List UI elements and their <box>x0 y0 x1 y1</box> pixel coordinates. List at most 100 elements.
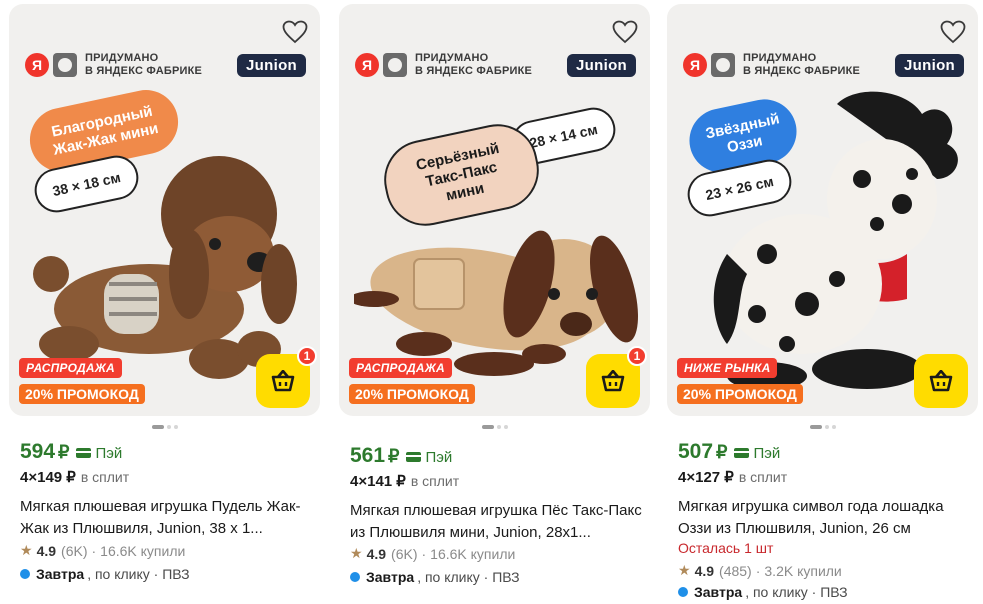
product-title[interactable]: Мягкая плюшевая игрушка Пудель Жак-Жак и… <box>20 496 320 540</box>
price: 507 <box>678 440 714 463</box>
pay-label: Пэй <box>95 445 123 462</box>
sale-badge: РАСПРОДАЖА <box>349 358 452 378</box>
product-title[interactable]: Мягкая плюшевая игрушка Пёс Такс-Пакс из… <box>350 500 650 544</box>
add-to-cart-button[interactable] <box>914 354 968 408</box>
junion-logo: Junion <box>237 53 306 77</box>
promo-badge: 20% ПРОМОКОД <box>349 384 475 404</box>
product-card[interactable]: Я ПРИДУМАНО В ЯНДЕКС ФАБРИКЕ Junion Звёз… <box>667 4 978 600</box>
brand-row: Я ПРИДУМАНО В ЯНДЕКС ФАБРИКЕ Junion <box>355 49 636 81</box>
separator: · <box>421 545 427 562</box>
sale-badge: РАСПРОДАЖА <box>19 358 122 378</box>
yandex-logo: Я <box>25 53 49 77</box>
rating-row[interactable]: ★ 4.9 (6K) · 16.6K купили <box>350 545 515 562</box>
product-image[interactable]: Я ПРИДУМАНО В ЯНДЕКС ФАБРИКЕ Junion 28 ×… <box>339 4 650 416</box>
junion-logo: Junion <box>567 53 636 77</box>
delivery-details: , по клику · ПВЗ <box>417 569 520 585</box>
card-icon <box>75 448 91 458</box>
split-row: 4×141 ₽ в сплит <box>350 472 459 490</box>
yandex-logo: Я <box>683 53 707 77</box>
rating-count: (6K) <box>61 542 88 559</box>
currency: ₽ <box>716 442 728 462</box>
delivery-row: Завтра , по клику · ПВЗ <box>678 584 848 600</box>
product-card[interactable]: Я ПРИДУМАНО В ЯНДЕКС ФАБРИКЕ Junion Благ… <box>9 4 320 600</box>
image-pagination[interactable] <box>151 425 178 429</box>
heart-icon[interactable] <box>612 20 638 44</box>
delivery-row: Завтра , по клику · ПВЗ <box>20 566 190 582</box>
separator: · <box>91 542 97 559</box>
factory-logo <box>711 53 735 77</box>
image-pagination[interactable] <box>809 425 836 429</box>
brand-caption: ПРИДУМАНО В ЯНДЕКС ФАБРИКЕ <box>743 52 861 77</box>
price: 561 <box>350 444 386 467</box>
price-row: 594 ₽ Пэй <box>20 440 122 464</box>
price-row: 507 ₽ Пэй <box>678 440 780 464</box>
price: 594 <box>20 440 56 463</box>
split-label: в сплит <box>80 469 130 485</box>
delivery-details: , по клику · ПВЗ <box>87 566 190 582</box>
factory-logo <box>53 53 77 77</box>
pagination-dot[interactable] <box>173 425 178 429</box>
split-label: в сплит <box>410 473 460 489</box>
product-image[interactable]: Я ПРИДУМАНО В ЯНДЕКС ФАБРИКЕ Junion Благ… <box>9 4 320 416</box>
delivery-details: , по клику · ПВЗ <box>745 584 848 600</box>
rating-value: 4.9 <box>366 545 387 562</box>
card-icon <box>733 448 749 458</box>
promo-badge: 20% ПРОМОКОД <box>677 384 803 404</box>
rating-count: (485) <box>719 562 752 579</box>
star-icon: ★ <box>20 542 33 558</box>
product-card[interactable]: Я ПРИДУМАНО В ЯНДЕКС ФАБРИКЕ Junion 28 ×… <box>339 4 650 600</box>
factory-logo <box>383 53 407 77</box>
split-amount: 4×141 ₽ <box>350 473 406 490</box>
brand-row: Я ПРИДУМАНО В ЯНДЕКС ФАБРИКЕ Junion <box>25 49 306 81</box>
junion-logo: Junion <box>895 53 964 77</box>
separator: · <box>755 562 761 579</box>
heart-icon[interactable] <box>940 20 966 44</box>
pagination-dot[interactable] <box>809 425 822 429</box>
delivery-when: Завтра <box>366 569 415 585</box>
rating-value: 4.9 <box>694 562 715 579</box>
brand-caption: ПРИДУМАНО В ЯНДЕКС ФАБРИКЕ <box>415 52 533 77</box>
delivery-dot-icon <box>20 569 30 579</box>
stock-warning: Осталась 1 шт <box>678 540 774 556</box>
product-image[interactable]: Я ПРИДУМАНО В ЯНДЕКС ФАБРИКЕ Junion Звёз… <box>667 4 978 416</box>
delivery-when: Завтра <box>694 584 743 600</box>
currency: ₽ <box>58 442 70 462</box>
promo-badge: 20% ПРОМОКОД <box>19 384 145 404</box>
star-icon: ★ <box>678 562 691 578</box>
rating-count: (6K) <box>391 545 418 562</box>
heart-icon[interactable] <box>282 20 308 44</box>
pagination-dot[interactable] <box>831 425 836 429</box>
split-row: 4×149 ₽ в сплит <box>20 468 129 486</box>
rating-row[interactable]: ★ 4.9 (6K) · 16.6K купили <box>20 542 185 559</box>
pagination-dot[interactable] <box>481 425 494 429</box>
split-amount: 4×149 ₽ <box>20 469 76 486</box>
delivery-row: Завтра , по клику · ПВЗ <box>350 569 520 585</box>
cart-icon <box>271 370 295 392</box>
currency: ₽ <box>388 446 400 466</box>
bought-count: 3.2K купили <box>764 562 842 579</box>
pay-label: Пэй <box>753 445 781 462</box>
pagination-dot[interactable] <box>496 425 501 429</box>
split-row: 4×127 ₽ в сплит <box>678 468 787 486</box>
bought-count: 16.6K купили <box>100 542 186 559</box>
split-amount: 4×127 ₽ <box>678 469 734 486</box>
delivery-dot-icon <box>678 587 688 597</box>
product-title[interactable]: Мягкая игрушка символ года лошадка Оззи … <box>678 496 978 540</box>
image-pagination[interactable] <box>481 425 508 429</box>
rating-value: 4.9 <box>36 542 57 559</box>
pagination-dot[interactable] <box>166 425 171 429</box>
delivery-when: Завтра <box>36 566 85 582</box>
card-icon <box>405 452 421 462</box>
pagination-dot[interactable] <box>824 425 829 429</box>
pay-label: Пэй <box>425 449 453 466</box>
brand-row: Я ПРИДУМАНО В ЯНДЕКС ФАБРИКЕ Junion <box>683 49 964 81</box>
pagination-dot[interactable] <box>503 425 508 429</box>
poodle-toy-illustration <box>33 156 297 379</box>
bought-count: 16.6K купили <box>430 545 516 562</box>
rating-row[interactable]: ★ 4.9 (485) · 3.2K купили <box>678 562 842 579</box>
pagination-dot[interactable] <box>151 425 164 429</box>
cart-icon <box>601 370 625 392</box>
cart-count-badge: 1 <box>297 346 317 366</box>
price-row: 561 ₽ Пэй <box>350 444 452 468</box>
star-icon: ★ <box>350 545 363 561</box>
